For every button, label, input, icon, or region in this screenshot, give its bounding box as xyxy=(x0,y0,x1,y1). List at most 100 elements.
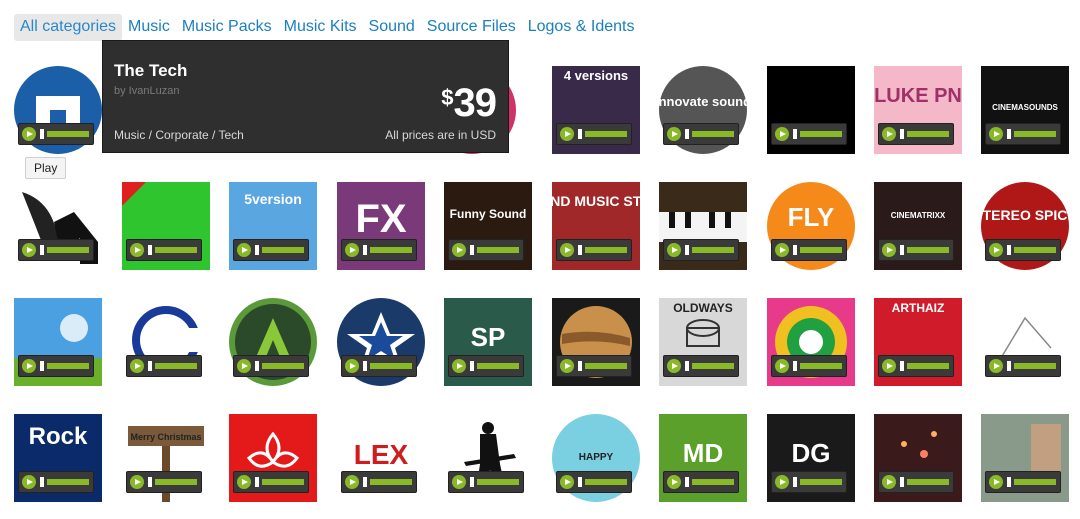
waveform-bar[interactable] xyxy=(1014,247,1056,253)
play-icon[interactable] xyxy=(237,475,251,489)
play-icon[interactable] xyxy=(989,127,1003,141)
play-icon[interactable] xyxy=(559,475,574,489)
item-tile-merry-christmas[interactable]: Merry Christmas xyxy=(121,414,210,502)
item-tile-fly[interactable]: FLY xyxy=(766,182,855,270)
play-icon[interactable] xyxy=(559,243,574,257)
play-icon[interactable] xyxy=(667,127,681,141)
playhead[interactable] xyxy=(40,129,44,139)
waveform-bar[interactable] xyxy=(262,479,304,485)
tab-music[interactable]: Music xyxy=(122,14,176,41)
play-icon[interactable] xyxy=(237,359,251,373)
playhead[interactable] xyxy=(685,129,689,139)
item-tile-oldways[interactable]: OLDWAYS xyxy=(659,298,747,386)
item-tile-happy[interactable]: HAPPY xyxy=(551,414,640,502)
playhead[interactable] xyxy=(577,477,582,487)
waveform-bar[interactable] xyxy=(799,131,842,137)
play-icon[interactable] xyxy=(667,359,681,373)
play-icon[interactable] xyxy=(129,475,144,489)
item-tile-sound-music-stock[interactable]: SOUND MUSIC STOCK xyxy=(551,182,640,270)
play-icon[interactable] xyxy=(882,127,896,141)
playhead[interactable] xyxy=(40,245,44,255)
item-tile-stereo-spice[interactable]: STEREO SPICE xyxy=(981,182,1069,270)
playhead[interactable] xyxy=(147,361,152,371)
item-tile-spiral[interactable] xyxy=(766,298,855,386)
playhead[interactable] xyxy=(900,361,904,371)
play-icon[interactable] xyxy=(452,243,466,257)
waveform-bar[interactable] xyxy=(692,479,734,485)
playhead[interactable] xyxy=(147,477,152,487)
item-tile-funny-sound[interactable]: Funny Sound xyxy=(444,182,532,270)
waveform-bar[interactable] xyxy=(154,363,197,369)
play-icon[interactable] xyxy=(774,475,789,489)
waveform-bar[interactable] xyxy=(262,363,304,369)
play-icon[interactable] xyxy=(452,359,466,373)
playhead[interactable] xyxy=(1007,245,1011,255)
play-icon[interactable] xyxy=(989,243,1003,257)
playhead[interactable] xyxy=(40,361,44,371)
item-tile-md[interactable]: MD xyxy=(659,414,747,502)
waveform-bar[interactable] xyxy=(584,479,627,485)
playhead[interactable] xyxy=(792,477,797,487)
playhead[interactable] xyxy=(792,245,797,255)
item-tile-sky[interactable] xyxy=(14,298,102,386)
waveform-bar[interactable] xyxy=(154,479,197,485)
playhead[interactable] xyxy=(40,477,44,487)
item-tile-guitarist[interactable] xyxy=(444,414,532,502)
waveform-bar[interactable] xyxy=(907,247,949,253)
tab-music-packs[interactable]: Music Packs xyxy=(176,14,278,41)
item-tile-cinemasounds[interactable]: CINEMASOUNDS xyxy=(981,66,1069,154)
waveform-bar[interactable] xyxy=(369,247,412,253)
playhead[interactable] xyxy=(1007,477,1011,487)
play-icon[interactable] xyxy=(667,475,681,489)
item-tile-wing-m[interactable] xyxy=(14,182,102,270)
playhead[interactable] xyxy=(900,245,904,255)
item-tile-cinematrixx[interactable]: CINEMATRIXX xyxy=(874,182,962,270)
play-icon[interactable] xyxy=(344,359,359,373)
waveform-bar[interactable] xyxy=(1014,131,1056,137)
item-tile-rock[interactable]: Rock xyxy=(14,414,102,502)
play-icon[interactable] xyxy=(774,359,789,373)
item-tile-the-tech[interactable] xyxy=(14,66,102,154)
play-icon[interactable] xyxy=(22,359,36,373)
waveform-bar[interactable] xyxy=(477,363,519,369)
waveform-bar[interactable] xyxy=(799,363,842,369)
waveform-bar[interactable] xyxy=(907,479,949,485)
item-tile-photo[interactable] xyxy=(981,414,1069,502)
item-tile-b-logo[interactable] xyxy=(981,298,1069,386)
waveform-bar[interactable] xyxy=(584,131,627,137)
item-tile-5version[interactable]: 5version xyxy=(229,182,317,270)
waveform-bar[interactable] xyxy=(369,363,412,369)
tab-music-kits[interactable]: Music Kits xyxy=(278,14,363,41)
play-icon[interactable] xyxy=(129,359,144,373)
waveform-bar[interactable] xyxy=(369,479,412,485)
waveform-bar[interactable] xyxy=(907,131,949,137)
play-icon[interactable] xyxy=(452,475,466,489)
waveform-bar[interactable] xyxy=(477,247,519,253)
waveform-bar[interactable] xyxy=(584,363,627,369)
playhead[interactable] xyxy=(577,361,582,371)
playhead[interactable] xyxy=(685,245,689,255)
playhead[interactable] xyxy=(147,245,152,255)
playhead[interactable] xyxy=(792,361,797,371)
item-tile-tile-7[interactable] xyxy=(766,66,855,154)
playhead[interactable] xyxy=(900,129,904,139)
play-icon[interactable] xyxy=(989,475,1003,489)
playhead[interactable] xyxy=(470,245,474,255)
waveform-bar[interactable] xyxy=(799,479,842,485)
item-tile-red-flower[interactable] xyxy=(229,414,317,502)
waveform-bar[interactable] xyxy=(154,247,197,253)
tab-logos-idents[interactable]: Logos & Idents xyxy=(522,14,641,41)
waveform-bar[interactable] xyxy=(47,131,89,137)
play-icon[interactable] xyxy=(559,127,574,141)
item-tile-piano[interactable] xyxy=(659,182,747,270)
playhead[interactable] xyxy=(470,361,474,371)
waveform-bar[interactable] xyxy=(47,247,89,253)
playhead[interactable] xyxy=(470,477,474,487)
play-icon[interactable] xyxy=(882,359,896,373)
waveform-bar[interactable] xyxy=(47,479,89,485)
waveform-bar[interactable] xyxy=(262,247,304,253)
playhead[interactable] xyxy=(255,361,259,371)
waveform-bar[interactable] xyxy=(692,247,734,253)
playhead[interactable] xyxy=(362,245,367,255)
waveform-bar[interactable] xyxy=(477,479,519,485)
